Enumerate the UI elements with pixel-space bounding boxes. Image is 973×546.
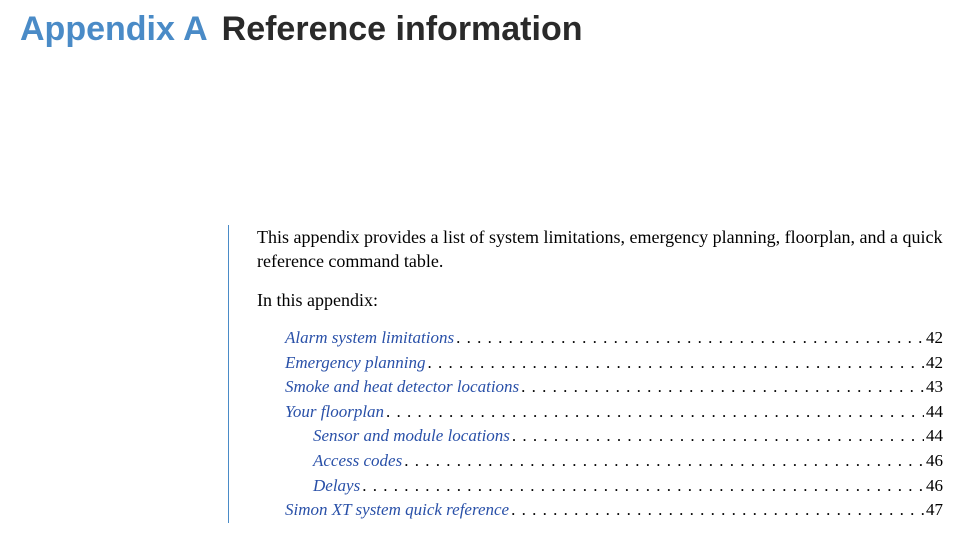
toc-entry-title: Your floorplan	[285, 400, 384, 425]
intro-lead-in: In this appendix:	[257, 288, 943, 312]
toc-entry[interactable]: Your floorplan 44	[257, 400, 943, 425]
toc-entry-title: Smoke and heat detector locations	[285, 375, 519, 400]
chapter-title: Reference information	[222, 10, 583, 49]
toc-entry-title: Delays	[313, 474, 360, 499]
toc-leader-dots	[510, 424, 924, 449]
toc-entry-title: Access codes	[313, 449, 402, 474]
toc-entry-page: 44	[924, 400, 943, 425]
toc-entry-page: 46	[924, 474, 943, 499]
toc-entry-page: 46	[924, 449, 943, 474]
table-of-contents: Alarm system limitations 42 Emergency pl…	[257, 326, 943, 523]
toc-entry[interactable]: Access codes 46	[257, 449, 943, 474]
toc-entry-title: Simon XT system quick reference	[285, 498, 509, 523]
toc-entry[interactable]: Simon XT system quick reference 47	[257, 498, 943, 523]
toc-entry-page: 43	[924, 375, 943, 400]
toc-entry-page: 47	[924, 498, 943, 523]
toc-entry-title: Sensor and module locations	[313, 424, 510, 449]
toc-leader-dots	[384, 400, 924, 425]
appendix-label: Appendix A	[20, 10, 208, 49]
content-block: This appendix provides a list of system …	[228, 225, 943, 523]
toc-entry-title: Alarm system limitations	[285, 326, 454, 351]
toc-leader-dots	[402, 449, 924, 474]
toc-leader-dots	[454, 326, 924, 351]
toc-entry-page: 42	[924, 351, 943, 376]
toc-leader-dots	[360, 474, 924, 499]
toc-entry[interactable]: Emergency planning 42	[257, 351, 943, 376]
toc-entry-page: 42	[924, 326, 943, 351]
toc-entry-page: 44	[924, 424, 943, 449]
intro-paragraph: This appendix provides a list of system …	[257, 225, 943, 274]
toc-entry[interactable]: Delays 46	[257, 474, 943, 499]
toc-entry[interactable]: Alarm system limitations 42	[257, 326, 943, 351]
toc-leader-dots	[509, 498, 924, 523]
toc-entry-title: Emergency planning	[285, 351, 426, 376]
toc-entry[interactable]: Sensor and module locations 44	[257, 424, 943, 449]
toc-leader-dots	[426, 351, 924, 376]
page-header: Appendix A Reference information	[0, 0, 973, 49]
toc-entry[interactable]: Smoke and heat detector locations 43	[257, 375, 943, 400]
toc-leader-dots	[519, 375, 924, 400]
